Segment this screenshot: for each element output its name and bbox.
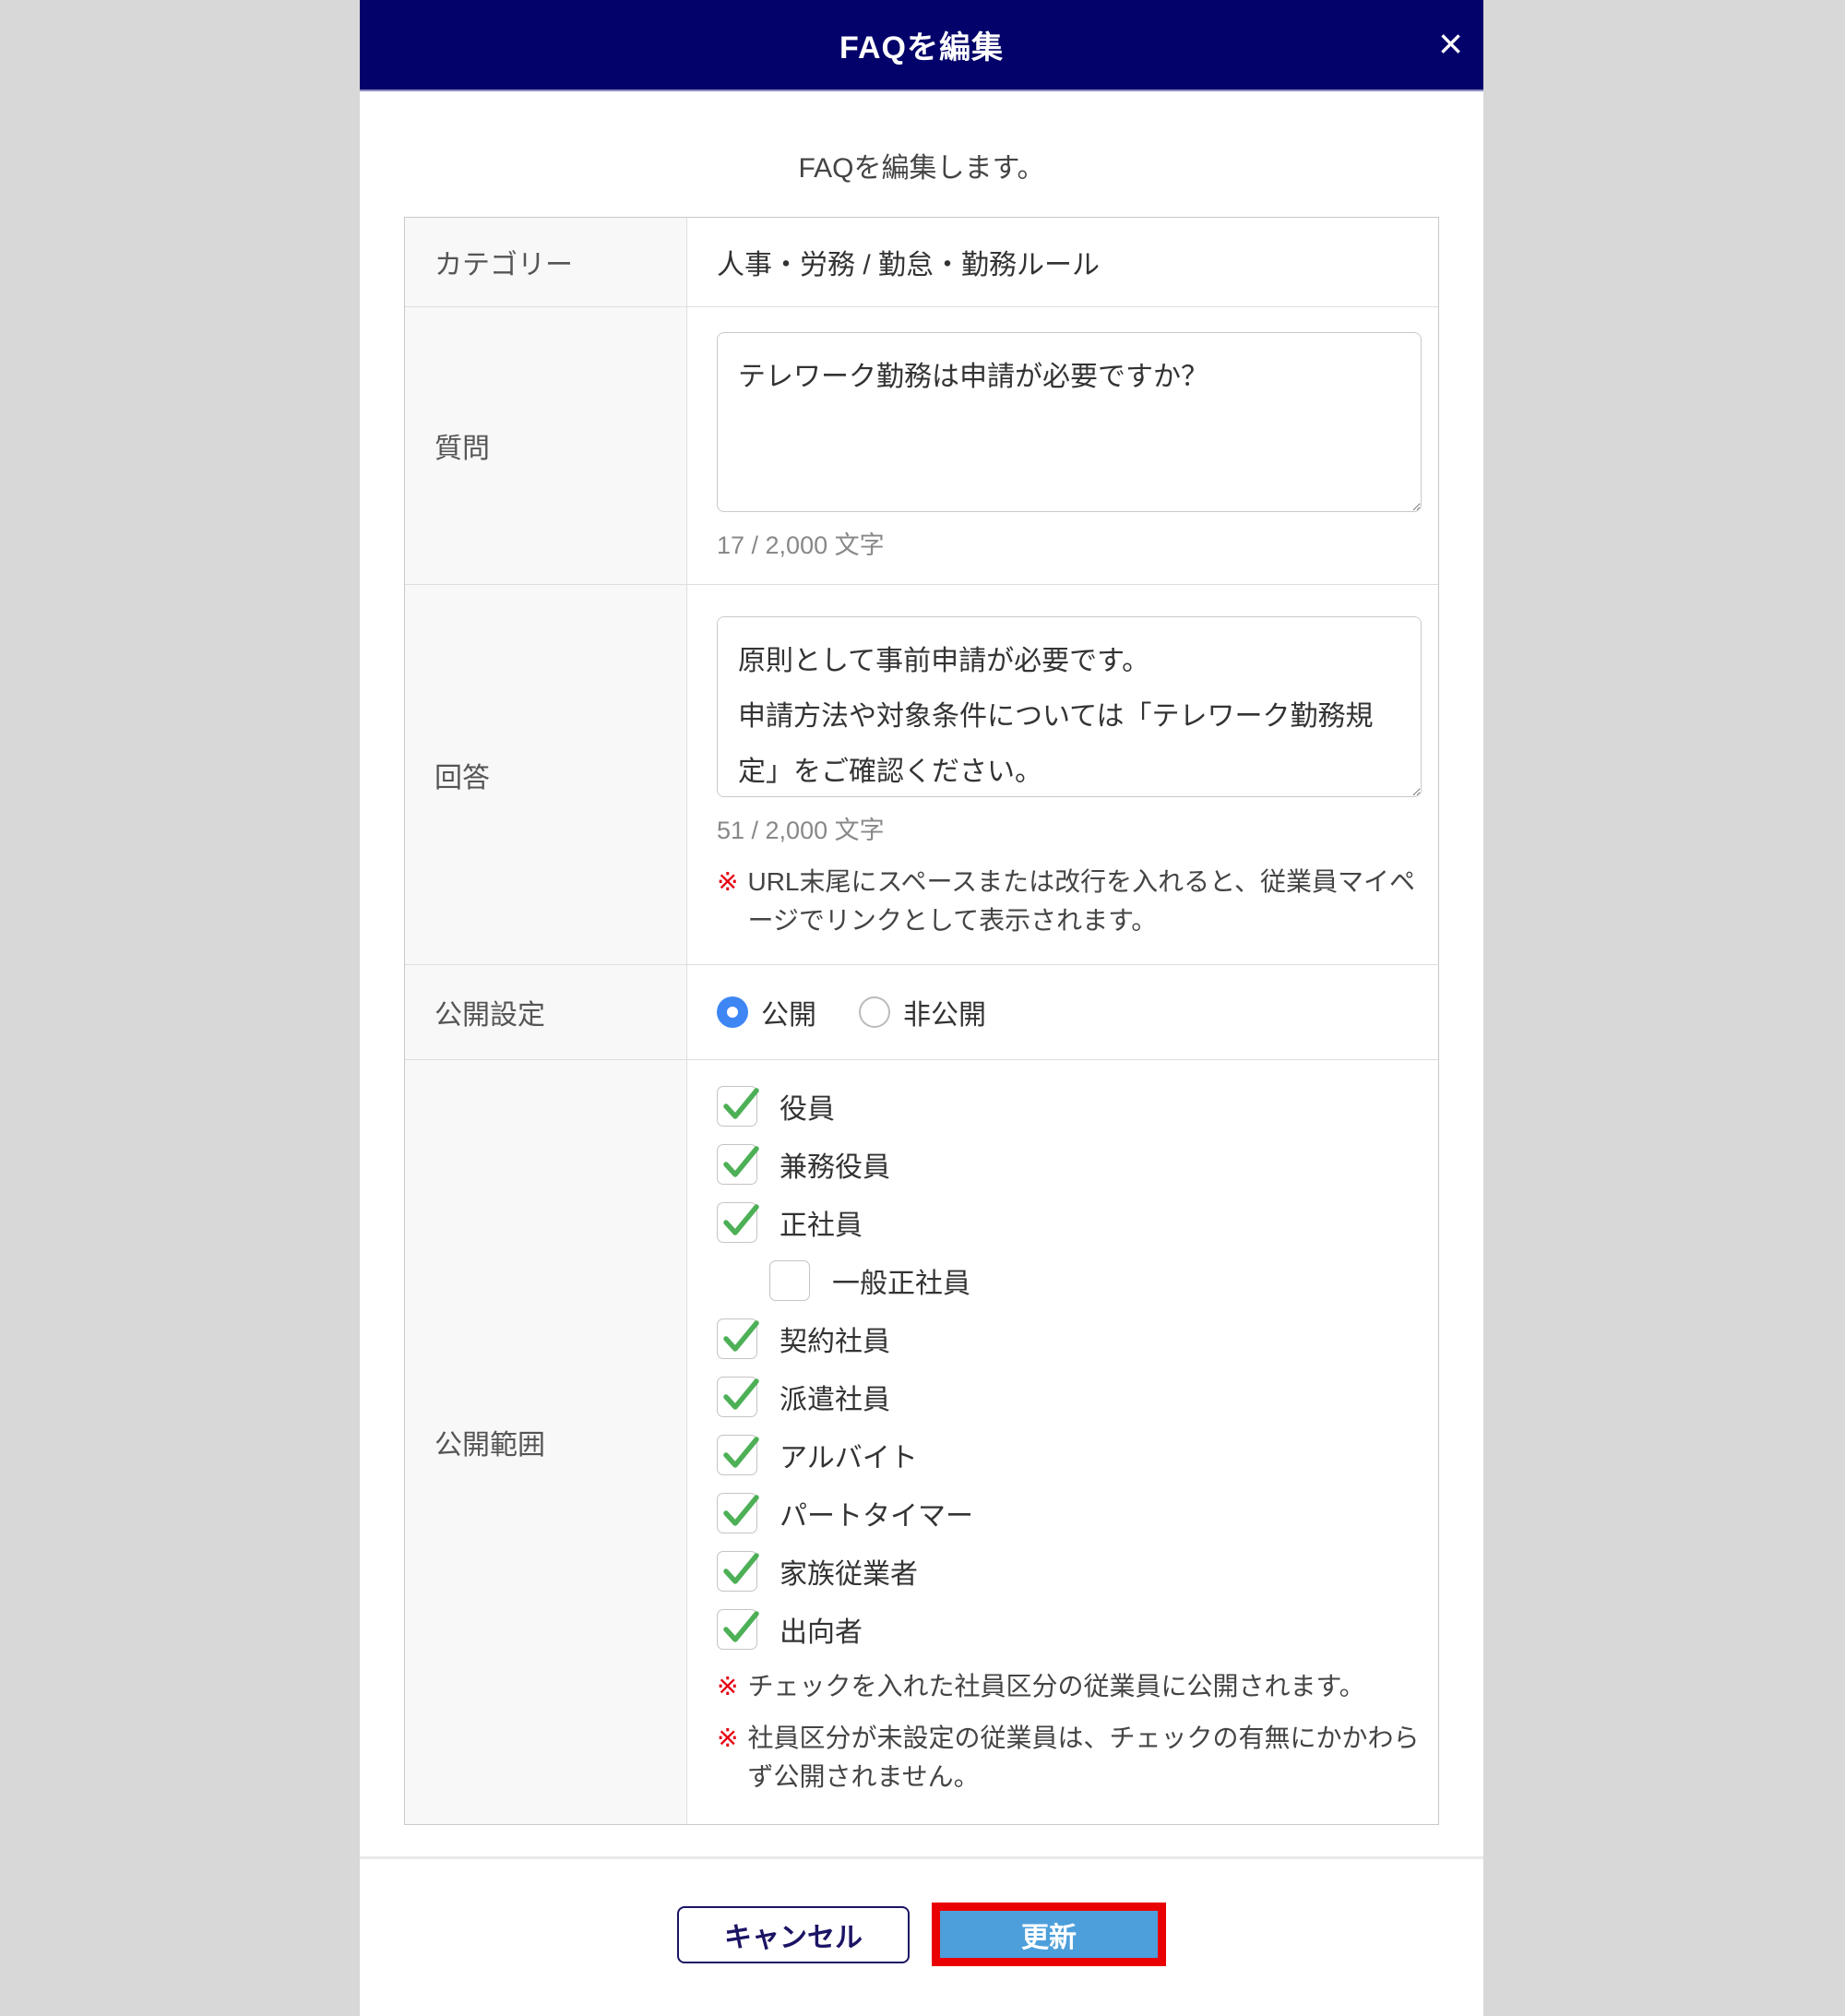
scope-item-label: 兼務役員	[780, 1152, 890, 1183]
radio-button-icon[interactable]	[717, 996, 748, 1028]
answer-row: 回答 原則として事前申請が必要です。 申請方法や対象条件については「テレワーク勤…	[405, 585, 1438, 965]
scope-checkbox-item[interactable]: 役員	[717, 1086, 1422, 1127]
faq-form-table: カテゴリー 人事・労務 / 勤怠・勤務ルール 質問 テレワーク勤務は申請が必要で…	[404, 217, 1439, 1825]
visibility-row: 公開設定 公開 非公開	[405, 965, 1438, 1060]
cancel-button[interactable]: キャンセル	[677, 1905, 910, 1963]
category-value: 人事・労務 / 勤怠・勤務ルール	[717, 250, 1101, 280]
category-label: カテゴリー	[405, 218, 687, 306]
visibility-radio-option[interactable]: 公開	[717, 992, 816, 1032]
check-icon	[723, 1146, 759, 1177]
answer-url-note: ※ URL末尾にスペースまたは改行を入れると、従業員マイページでリンクとして表示…	[717, 863, 1422, 940]
checkbox-icon[interactable]	[717, 1144, 759, 1185]
scope-label: 公開範囲	[405, 1060, 687, 1824]
check-icon	[723, 1204, 759, 1235]
checkbox-icon[interactable]	[717, 1493, 759, 1533]
category-row: カテゴリー 人事・労務 / 勤怠・勤務ルール	[405, 218, 1438, 307]
answer-char-counter: 51 / 2,000 文字	[717, 817, 885, 844]
close-icon[interactable]: ×	[1431, 18, 1470, 67]
checkbox-icon[interactable]	[717, 1609, 759, 1650]
checkbox-icon[interactable]	[769, 1260, 810, 1301]
scope-row: 公開範囲 役員 兼務役員 正社員 一般正社員 契約社員 派遣社員 アルバイト パ…	[405, 1060, 1438, 1824]
checkbox-icon[interactable]	[717, 1377, 759, 1417]
scope-item-label: 派遣社員	[780, 1385, 890, 1415]
check-icon	[723, 1088, 759, 1119]
question-char-counter: 17 / 2,000 文字	[717, 531, 885, 559]
scope-notes: ※ チェックを入れた社員区分の従業員に公開されます。 ※ 社員区分が未設定の従業…	[717, 1667, 1422, 1796]
check-icon	[723, 1437, 759, 1468]
scope-checkbox-item[interactable]: 家族従業者	[717, 1551, 1422, 1592]
scope-checkbox-item[interactable]: 契約社員	[717, 1318, 1422, 1359]
note-asterisk: ※	[717, 867, 739, 896]
scope-item-label: 家族従業者	[780, 1559, 918, 1590]
scope-checkbox-item[interactable]: 一般正社員	[769, 1260, 1422, 1301]
answer-label: 回答	[405, 585, 687, 964]
scope-note: ※ チェックを入れた社員区分の従業員に公開されます。	[717, 1667, 1422, 1706]
scope-checkbox-item[interactable]: 出向者	[717, 1609, 1422, 1650]
check-icon	[723, 1495, 759, 1526]
scope-checkbox-item[interactable]: 派遣社員	[717, 1377, 1422, 1417]
update-button[interactable]: 更新	[940, 1911, 1158, 1958]
scope-checkbox-item[interactable]: 兼務役員	[717, 1144, 1422, 1185]
highlight-annotation-box: 更新	[932, 1903, 1166, 1966]
radio-option-label: 公開	[761, 1000, 816, 1031]
checkbox-icon[interactable]	[717, 1435, 759, 1475]
scope-checkbox-item[interactable]: 正社員	[717, 1202, 1422, 1243]
visibility-radio-option[interactable]: 非公開	[859, 992, 986, 1032]
question-input[interactable]: テレワーク勤務は申請が必要ですか？	[717, 332, 1422, 512]
scope-item-label: 役員	[780, 1094, 835, 1125]
checkbox-icon[interactable]	[717, 1318, 759, 1359]
footer-divider	[360, 1856, 1483, 1859]
question-label: 質問	[405, 307, 687, 584]
modal-header: FAQを編集 ×	[360, 0, 1483, 91]
scope-note: ※ 社員区分が未設定の従業員は、チェックの有無にかかわらず公開されません。	[717, 1719, 1422, 1796]
visibility-options: 公開 非公開	[687, 965, 1438, 1059]
note-asterisk: ※	[717, 1672, 739, 1700]
checkbox-icon[interactable]	[717, 1551, 759, 1592]
checkbox-icon[interactable]	[717, 1086, 759, 1127]
modal-title: FAQを編集	[839, 30, 1004, 66]
check-icon	[723, 1553, 759, 1584]
modal-subtitle: FAQを編集します。	[798, 153, 1045, 184]
page-backdrop: FAQを編集 × FAQを編集します。 カテゴリー 人事・労務 / 勤怠・勤務ル…	[0, 0, 1845, 2016]
check-icon	[723, 1378, 759, 1410]
scope-item-label: 契約社員	[780, 1327, 890, 1357]
modal-footer: キャンセル 更新	[360, 1903, 1483, 1966]
scope-checkbox-item[interactable]: アルバイト	[717, 1435, 1422, 1475]
check-icon	[723, 1611, 759, 1642]
note-asterisk: ※	[717, 1724, 739, 1752]
scope-item-label: 一般正社員	[832, 1269, 970, 1299]
question-row: 質問 テレワーク勤務は申請が必要ですか？ 17 / 2,000 文字	[405, 307, 1438, 585]
radio-button-icon[interactable]	[859, 996, 890, 1028]
scope-checkbox-item[interactable]: パートタイマー	[717, 1493, 1422, 1533]
scope-item-label: アルバイト	[780, 1443, 918, 1473]
scope-checkbox-list: 役員 兼務役員 正社員 一般正社員 契約社員 派遣社員 アルバイト パートタイマ…	[717, 1086, 1422, 1650]
scope-item-label: 出向者	[780, 1617, 863, 1648]
answer-input[interactable]: 原則として事前申請が必要です。 申請方法や対象条件については「テレワーク勤務規定…	[717, 616, 1422, 797]
scope-item-label: パートタイマー	[780, 1501, 973, 1532]
check-icon	[723, 1320, 759, 1352]
visibility-label: 公開設定	[405, 965, 687, 1059]
radio-option-label: 非公開	[903, 1000, 986, 1031]
checkbox-icon[interactable]	[717, 1202, 759, 1243]
faq-edit-modal: FAQを編集 × FAQを編集します。 カテゴリー 人事・労務 / 勤怠・勤務ル…	[360, 0, 1483, 2016]
scope-item-label: 正社員	[780, 1211, 863, 1241]
